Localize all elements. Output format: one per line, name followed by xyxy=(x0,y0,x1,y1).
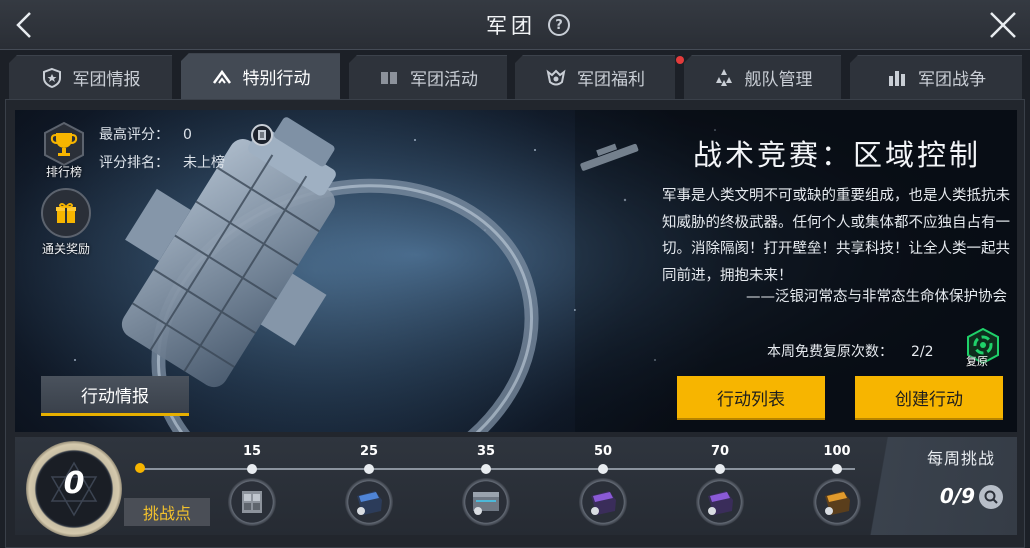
reward-blue-module[interactable] xyxy=(345,478,393,526)
tab-label: 舰队管理 xyxy=(744,70,813,90)
page-title: 军团 xyxy=(486,14,536,38)
clear-reward-button[interactable]: 通关奖励 xyxy=(41,188,91,257)
back-icon[interactable] xyxy=(8,8,42,42)
emblem-icon xyxy=(545,67,567,89)
tab-legion-war[interactable]: 军团战争 xyxy=(850,55,1022,99)
gift-icon xyxy=(41,188,91,238)
weekly-challenge: 每周挑战 0/9 xyxy=(869,437,1017,535)
trophy-icon xyxy=(39,119,89,169)
best-score-value: 0 xyxy=(183,127,192,143)
leaderboard-button[interactable]: 排行榜 xyxy=(39,119,89,180)
leaderboard-label: 排行榜 xyxy=(45,165,82,179)
event-description: 军事是人类文明不可或缺的重要组成，也是人类抵抗未知威胁的终极武器。任何个人或集体… xyxy=(662,188,1010,284)
help-icon[interactable]: ? xyxy=(548,14,570,36)
buildings-icon xyxy=(886,67,908,89)
action-intel-button[interactable]: 行动情报 xyxy=(41,376,189,416)
rank-label: 评分排名： xyxy=(99,155,169,171)
tab-legion-welfare[interactable]: 军团福利 xyxy=(515,55,675,99)
weekly-label: 每周挑战 xyxy=(926,449,995,468)
tab-legion-activity[interactable]: 军团活动 xyxy=(349,55,507,99)
milestone-label: 15 xyxy=(242,444,262,459)
tab-label: 特别行动 xyxy=(242,69,311,89)
milestone-label: 50 xyxy=(593,444,613,459)
reward-gold-module[interactable] xyxy=(813,478,861,526)
top-bar: 军团 ? xyxy=(0,0,1030,50)
free-revive-count: 本周免费复原次数： 2/2 xyxy=(767,341,934,361)
tab-legion-intel[interactable]: 军团情报 xyxy=(9,55,172,99)
main-panel: 最高评分： 0 评分排名： 未上榜 排行榜 通关奖励 战术竞赛：区域控制 军事是… xyxy=(5,99,1025,548)
chest-icon xyxy=(473,492,499,515)
milestone-label: 70 xyxy=(710,444,730,459)
milestone-dot xyxy=(715,464,725,474)
fleet-icon xyxy=(713,67,735,89)
event-title: 战术竞赛：区域控制 xyxy=(692,138,981,172)
reward-chest[interactable] xyxy=(462,478,510,526)
close-icon[interactable] xyxy=(986,8,1020,42)
gold-module-icon xyxy=(825,491,850,515)
reward-purple-module[interactable] xyxy=(696,478,744,526)
milestone-label: 25 xyxy=(359,444,379,459)
create-action-button[interactable]: 创建行动 xyxy=(855,376,1003,418)
best-score: 最高评分： 0 xyxy=(99,124,192,144)
milestone-dot xyxy=(247,464,257,474)
progress-start-marker xyxy=(135,463,145,473)
search-icon[interactable] xyxy=(979,485,1003,509)
milestone-label: 100 xyxy=(823,444,851,459)
milestone-label: 35 xyxy=(476,444,496,459)
milestone-dot xyxy=(364,464,374,474)
tab-special-ops[interactable]: 特别行动 xyxy=(181,53,340,99)
tab-fleet-management[interactable]: 舰队管理 xyxy=(684,55,841,99)
revive-value: 2/2 xyxy=(911,344,934,360)
purple-module-icon xyxy=(591,491,616,515)
score-rank: 评分排名： 未上榜 xyxy=(99,152,225,172)
ammo-crate-icon xyxy=(242,491,262,513)
tab-label: 军团福利 xyxy=(577,70,645,90)
event-signature: ——泛银河常态与非常态生命体保护协会 xyxy=(746,289,1007,305)
chevron-up-icon xyxy=(211,66,233,88)
shield-star-icon xyxy=(41,67,63,89)
revive-button-label: 复原 xyxy=(966,355,988,368)
book-icon xyxy=(378,67,400,89)
best-score-label: 最高评分： xyxy=(99,127,169,143)
milestone-dot xyxy=(832,464,842,474)
action-list-button[interactable]: 行动列表 xyxy=(677,376,825,418)
purple-module-icon xyxy=(708,491,733,515)
event-banner: 最高评分： 0 评分排名： 未上榜 排行榜 通关奖励 战术竞赛：区域控制 军事是… xyxy=(15,110,1017,432)
blue-module-icon xyxy=(357,491,382,515)
milestone-dot xyxy=(598,464,608,474)
document-icon[interactable] xyxy=(251,124,273,146)
milestone-dot xyxy=(481,464,491,474)
tab-label: 军团战争 xyxy=(918,70,986,90)
tab-label: 军团活动 xyxy=(410,70,478,90)
revive-label: 本周免费复原次数： xyxy=(767,344,893,360)
challenge-points-label: 挑战点 xyxy=(124,498,210,526)
tab-label: 军团情报 xyxy=(72,70,141,90)
clear-reward-label: 通关奖励 xyxy=(41,242,90,256)
notification-dot xyxy=(676,56,684,64)
weekly-value: 0/9 xyxy=(939,484,975,508)
reward-purple-module[interactable] xyxy=(579,478,627,526)
title-group: 军团 ? xyxy=(486,10,570,40)
tab-bar: 军团情报 特别行动 军团活动 军团福利 舰队管理 军团战争 xyxy=(0,53,1030,99)
reward-ammo-crate[interactable] xyxy=(228,478,276,526)
rank-value: 未上榜 xyxy=(183,155,225,171)
challenge-points-value: 0 xyxy=(63,466,85,501)
